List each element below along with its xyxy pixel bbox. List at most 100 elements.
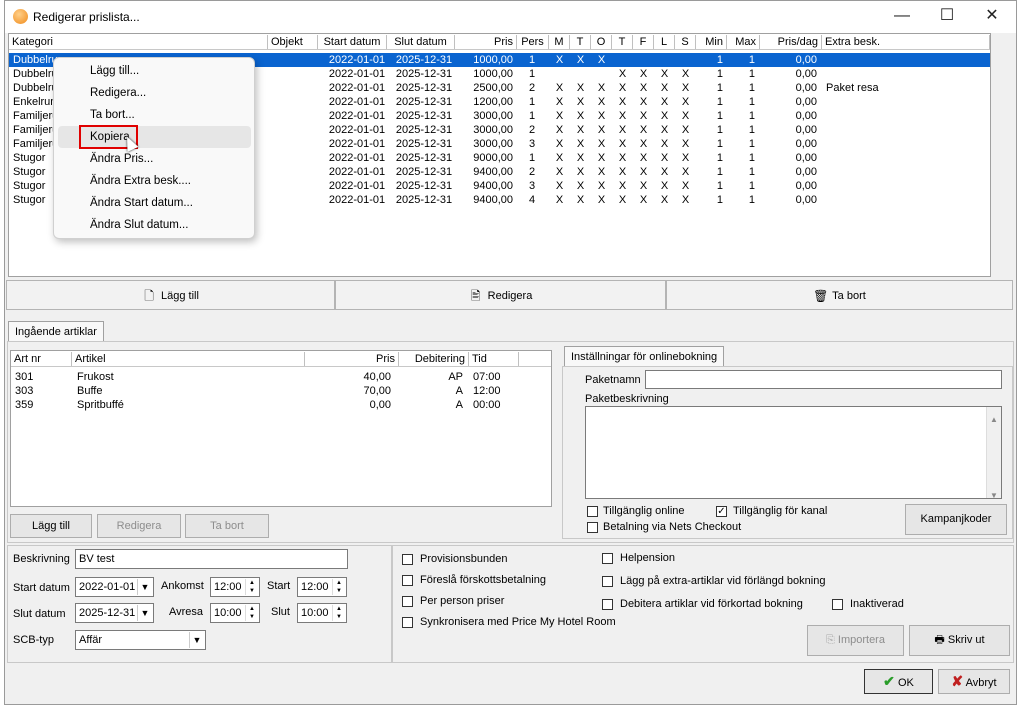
article-row[interactable]: 359 Spritbuffé 0,00 A 00:00 bbox=[11, 398, 551, 412]
grid-col-9[interactable]: T bbox=[612, 35, 633, 49]
grid-col-12[interactable]: S bbox=[675, 35, 696, 49]
avresa-spinner-icon[interactable]: ▲ ▼ bbox=[245, 605, 258, 621]
slut-datum-picker[interactable]: 2025-12-31 ▼ bbox=[75, 603, 154, 623]
sync-pmhr-checkbox[interactable] bbox=[402, 617, 413, 628]
kampanjkoder-button[interactable]: Kampanjkoder bbox=[905, 504, 1007, 535]
cell-day: X bbox=[555, 82, 564, 94]
cell-pris: 2500,00 bbox=[473, 82, 513, 94]
close-button[interactable]: ✕ bbox=[969, 1, 1015, 33]
ankomst-spinner-icon[interactable]: ▲ ▼ bbox=[245, 579, 258, 595]
grid-col-11[interactable]: L bbox=[654, 35, 675, 49]
cell-start: 2022-01-01 bbox=[328, 110, 386, 122]
cell-pers: 2 bbox=[528, 82, 536, 94]
tab-online-booking[interactable]: Inställningar för onlinebokning bbox=[564, 346, 725, 367]
cell-day: X bbox=[639, 124, 648, 136]
extra-forlangd-checkbox[interactable] bbox=[602, 576, 613, 587]
start-datum-picker[interactable]: 2022-01-01 ▼ bbox=[75, 577, 154, 597]
cell-slut: 2025-12-31 bbox=[395, 138, 453, 150]
cell-slut: 2025-12-31 bbox=[395, 110, 453, 122]
delete-price-button[interactable]: 🗑 Ta bort bbox=[666, 280, 1013, 310]
edit-article-button[interactable]: Redigera bbox=[97, 514, 181, 538]
per-person-checkbox[interactable] bbox=[402, 596, 413, 607]
grid-col-2[interactable]: Start datum bbox=[318, 35, 387, 49]
context-menu-item[interactable]: Redigera... bbox=[90, 82, 146, 104]
cell-pd: 0,00 bbox=[795, 96, 817, 108]
minimize-button[interactable]: — bbox=[879, 1, 925, 33]
articles-list[interactable]: Art nr Artikel Pris Debitering Tid 301 Fr… bbox=[10, 350, 552, 507]
paketbeskrivning-textarea[interactable]: ▲ ▼ bbox=[585, 406, 1002, 499]
add-price-button[interactable]: 🗋 Lägg till bbox=[6, 280, 335, 310]
nets-checkout-checkbox[interactable] bbox=[587, 522, 598, 533]
debitera-forkortad-checkbox[interactable] bbox=[602, 599, 613, 610]
provisionsbunden-checkbox[interactable] bbox=[402, 554, 413, 565]
start-time-input[interactable]: 12:00 ▲ ▼ bbox=[297, 577, 347, 597]
article-cell-tid: 12:00 bbox=[473, 385, 501, 397]
cell-day: X bbox=[660, 138, 669, 150]
tillganglig-online-checkbox[interactable] bbox=[587, 506, 598, 517]
context-menu-item[interactable]: Ändra Slut datum... bbox=[90, 214, 188, 236]
article-cell-pris: 70,00 bbox=[363, 385, 391, 397]
grid-col-8[interactable]: O bbox=[591, 35, 612, 49]
grid-col-6[interactable]: M bbox=[549, 35, 570, 49]
context-menu-item[interactable]: Ta bort... bbox=[90, 104, 135, 126]
context-menu-item[interactable]: Lägg till... bbox=[90, 60, 139, 82]
grid-col-3[interactable]: Slut datum bbox=[387, 35, 455, 49]
beskrivning-input[interactable]: BV test bbox=[75, 549, 348, 569]
cell-day: X bbox=[660, 166, 669, 178]
tab-ingaende-artiklar[interactable]: Ingående artiklar bbox=[8, 321, 104, 342]
grid-col-1[interactable]: Objekt bbox=[268, 35, 318, 49]
add-article-button[interactable]: Lägg till bbox=[10, 514, 92, 538]
grid-col-4[interactable]: Pris bbox=[455, 35, 517, 49]
cell-day: X bbox=[576, 152, 585, 164]
ankomst-time-input[interactable]: 12:00 ▲ ▼ bbox=[210, 577, 260, 597]
chevron-down-icon[interactable]: ▼ bbox=[189, 632, 204, 648]
start-datum-label: Start datum bbox=[13, 582, 70, 594]
ok-button[interactable]: ✔ OK bbox=[864, 669, 933, 694]
slut-time-input[interactable]: 10:00 ▲ ▼ bbox=[297, 603, 347, 623]
chevron-down-icon[interactable]: ▼ bbox=[137, 605, 152, 621]
paketnamn-input[interactable] bbox=[645, 370, 1002, 389]
article-row[interactable]: 301 Frukost 40,00 AP 07:00 bbox=[11, 370, 551, 384]
cell-day: X bbox=[618, 180, 627, 192]
article-cell-deb: A bbox=[455, 385, 463, 397]
context-menu-item[interactable]: Ändra Pris... bbox=[90, 148, 153, 170]
cell-min: 1 bbox=[716, 152, 723, 164]
helpension-checkbox[interactable] bbox=[602, 553, 613, 564]
scb-typ-select[interactable]: Affär ▼ bbox=[75, 630, 206, 650]
article-cell-name: Frukost bbox=[77, 371, 114, 383]
context-menu-item[interactable]: Ändra Start datum... bbox=[90, 192, 193, 214]
start-time-spinner-icon[interactable]: ▲ ▼ bbox=[332, 579, 345, 595]
slut-time-spinner-icon[interactable]: ▲ ▼ bbox=[332, 605, 345, 621]
chevron-down-icon[interactable]: ▼ bbox=[137, 579, 152, 595]
delete-article-button[interactable]: Ta bort bbox=[185, 514, 269, 538]
importera-button[interactable]: ⎘ Importera bbox=[807, 625, 904, 656]
context-menu-item[interactable]: Ändra Extra besk.... bbox=[90, 170, 191, 192]
cell-pris: 9000,00 bbox=[473, 152, 513, 164]
textarea-scrollbar[interactable]: ▲ ▼ bbox=[986, 407, 1001, 498]
forskott-checkbox[interactable] bbox=[402, 575, 413, 586]
grid-col-7[interactable]: T bbox=[570, 35, 591, 49]
avresa-time-input[interactable]: 10:00 ▲ ▼ bbox=[210, 603, 260, 623]
grid-col-16[interactable]: Extra besk. bbox=[822, 35, 990, 49]
cell-day: X bbox=[576, 194, 585, 206]
cell-day: X bbox=[681, 68, 690, 80]
cell-day: X bbox=[597, 152, 606, 164]
import-icon: ⎘ bbox=[826, 634, 835, 646]
avbryt-button[interactable]: ✘ Avbryt bbox=[938, 669, 1010, 694]
grid-col-13[interactable]: Min bbox=[696, 35, 727, 49]
cell-max: 1 bbox=[748, 194, 755, 206]
grid-col-14[interactable]: Max bbox=[727, 35, 760, 49]
inaktiverad-checkbox[interactable] bbox=[832, 599, 843, 610]
cell-pers: 2 bbox=[528, 166, 536, 178]
article-row[interactable]: 303 Buffe 70,00 A 12:00 bbox=[11, 384, 551, 398]
maximize-button[interactable]: ☐ bbox=[924, 1, 970, 33]
edit-price-button[interactable]: 🖹 Redigera bbox=[335, 280, 666, 310]
grid-col-15[interactable]: Pris/dag bbox=[760, 35, 822, 49]
provisionsbunden-label: Provisionsbunden bbox=[420, 553, 508, 565]
skriv-ut-button[interactable]: 🖶 Skriv ut bbox=[909, 625, 1010, 656]
grid-col-0[interactable]: Kategori bbox=[9, 35, 268, 49]
debitera-forkortad-label: Debitera artiklar vid förkortad bokning bbox=[620, 598, 803, 610]
tillganglig-kanal-checkbox[interactable]: ✓ bbox=[716, 506, 727, 517]
grid-col-5[interactable]: Pers bbox=[517, 35, 549, 49]
grid-col-10[interactable]: F bbox=[633, 35, 654, 49]
